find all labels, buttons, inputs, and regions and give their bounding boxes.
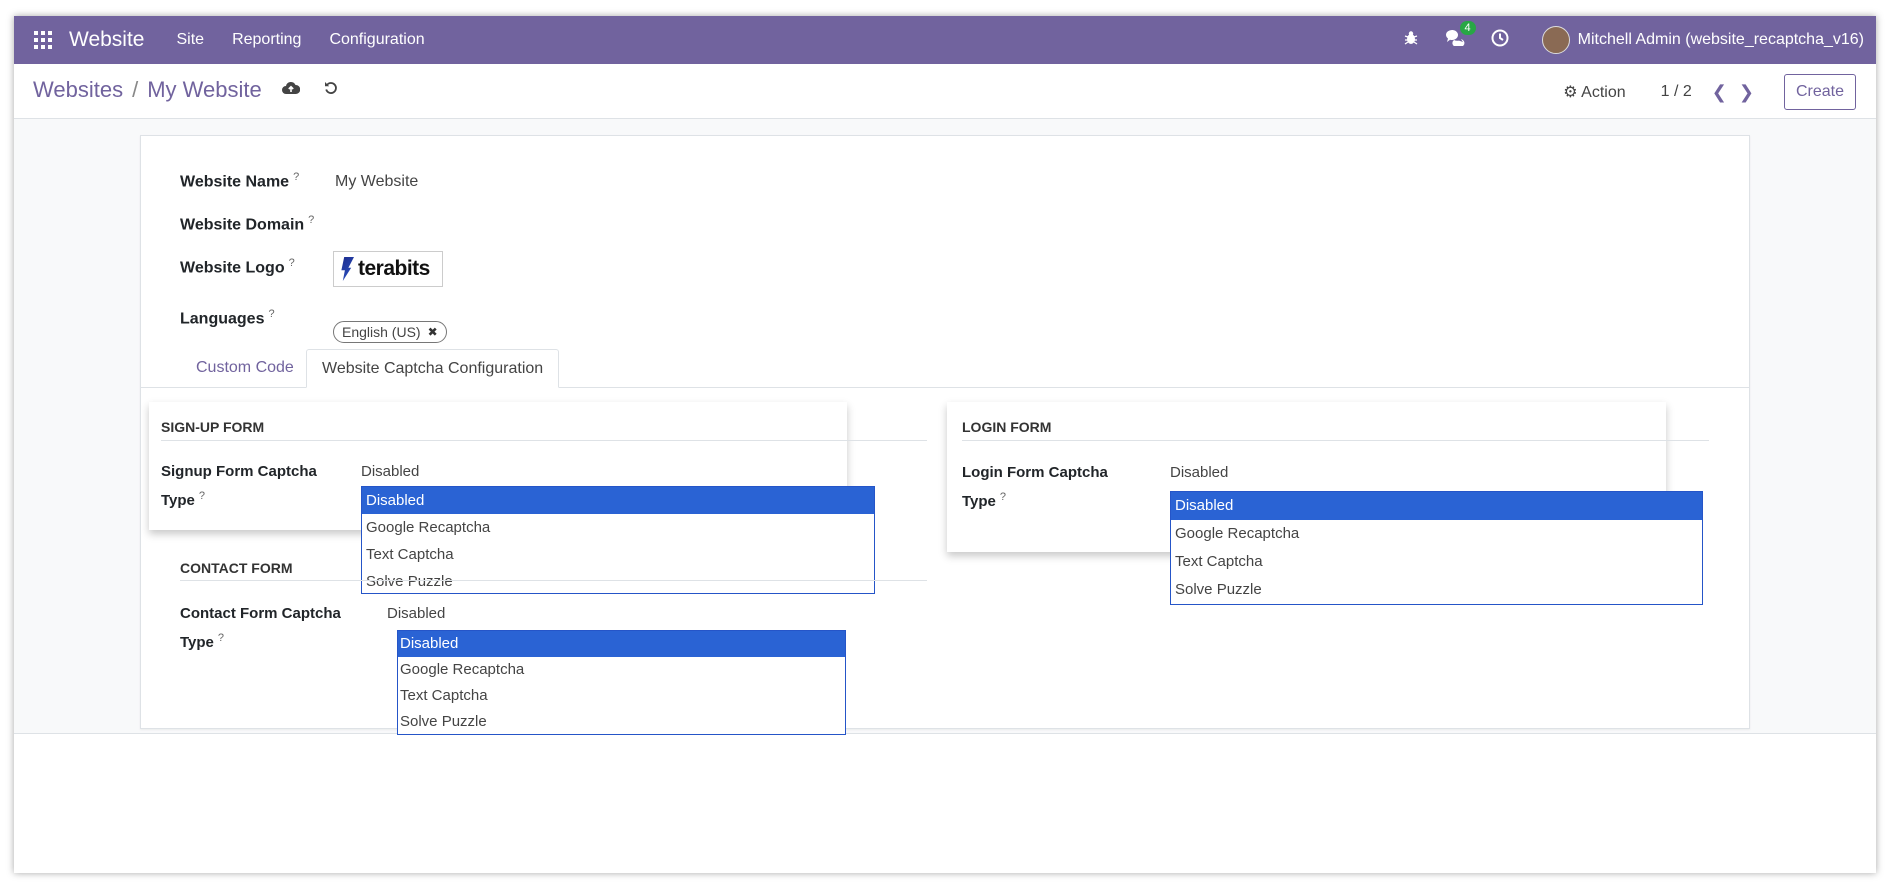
website-name-label: Website Name? xyxy=(180,171,299,191)
signup-option-solve-puzzle[interactable]: Solve Puzzle xyxy=(362,568,874,595)
website-name-label-text: Website Name xyxy=(180,173,290,191)
signup-captcha-select[interactable]: Disabled xyxy=(361,463,419,480)
contact-option-google-recaptcha[interactable]: Google Recaptcha xyxy=(398,657,845,683)
contact-divider xyxy=(180,580,927,581)
control-panel: Websites / My Website ⚙ Action 1 / 2 ❮ ❯… xyxy=(14,64,1876,119)
gear-icon: ⚙ xyxy=(1563,84,1578,101)
contact-captcha-select[interactable]: Disabled xyxy=(387,605,445,622)
app-grid-icon[interactable] xyxy=(34,31,52,49)
signup-label-line1: Signup Form Captcha xyxy=(161,463,317,480)
language-tag: English (US) ✖ xyxy=(333,321,447,343)
browser-window: Website Site Reporting Configuration 4 M… xyxy=(14,16,1876,873)
website-logo-image[interactable]: terabits xyxy=(333,251,443,287)
signup-option-text-captcha[interactable]: Text Captcha xyxy=(362,541,874,568)
languages-label-text: Languages xyxy=(180,310,265,328)
menu-item-reporting[interactable]: Reporting xyxy=(232,31,301,49)
notebook-tabs: Custom Code Website Captcha Configuratio… xyxy=(141,349,1749,388)
contact-captcha-dropdown[interactable]: Disabled Google Recaptcha Text Captcha S… xyxy=(397,630,846,735)
website-domain-label: Website Domain? xyxy=(180,214,314,234)
save-cloud-icon[interactable] xyxy=(281,81,300,100)
language-tag-label: English (US) xyxy=(342,324,421,340)
contact-option-text-captcha[interactable]: Text Captcha xyxy=(398,683,845,709)
breadcrumb: Websites / My Website xyxy=(33,77,338,103)
help-tooltip-icon[interactable]: ? xyxy=(199,490,205,502)
user-avatar[interactable] xyxy=(1541,26,1570,54)
debug-bug-icon[interactable] xyxy=(1403,30,1419,51)
help-tooltip-icon[interactable]: ? xyxy=(293,171,299,183)
login-divider xyxy=(962,440,1709,441)
languages-label: Languages? xyxy=(180,308,275,328)
pager-value[interactable]: 1 / 2 xyxy=(1661,83,1692,101)
help-tooltip-icon[interactable]: ? xyxy=(268,308,274,320)
website-name-value[interactable]: My Website xyxy=(335,173,418,191)
logo-text: terabits xyxy=(358,257,430,280)
signup-option-disabled[interactable]: Disabled xyxy=(362,487,874,514)
form-sheet: Website Name? My Website Website Domain?… xyxy=(140,135,1750,735)
signup-form-title: SIGN-UP FORM xyxy=(161,419,265,435)
contact-label-line2: Type xyxy=(180,634,214,651)
create-button[interactable]: Create xyxy=(1783,74,1856,110)
contact-option-solve-puzzle[interactable]: Solve Puzzle xyxy=(398,709,845,735)
signup-divider xyxy=(161,440,927,441)
login-option-google-recaptcha[interactable]: Google Recaptcha xyxy=(1171,520,1702,548)
app-name[interactable]: Website xyxy=(69,28,144,52)
contact-form-title: CONTACT FORM xyxy=(180,560,293,576)
signup-option-google-recaptcha[interactable]: Google Recaptcha xyxy=(362,514,874,541)
action-menu-button[interactable]: ⚙ Action xyxy=(1563,82,1625,102)
help-tooltip-icon[interactable]: ? xyxy=(1000,491,1006,503)
login-option-disabled[interactable]: Disabled xyxy=(1171,492,1702,520)
login-label-line1: Login Form Captcha xyxy=(962,464,1108,481)
signup-captcha-type-label: Signup Form Captcha Type? xyxy=(161,460,317,513)
signup-captcha-dropdown[interactable]: Disabled Google Recaptcha Text Captcha S… xyxy=(361,486,875,594)
pager-next-icon[interactable]: ❯ xyxy=(1739,82,1754,103)
signup-label-line2: Type xyxy=(161,492,195,509)
website-logo-label: Website Logo? xyxy=(180,257,295,277)
user-name[interactable]: Mitchell Admin (website_recaptcha_v16) xyxy=(1578,31,1864,49)
login-form-title: LOGIN FORM xyxy=(962,419,1052,435)
breadcrumb-current: My Website xyxy=(147,77,262,102)
discard-undo-icon[interactable] xyxy=(324,81,338,100)
remove-tag-icon[interactable]: ✖ xyxy=(428,325,438,339)
contact-label-line1: Contact Form Captcha xyxy=(180,605,341,622)
login-captcha-dropdown[interactable]: Disabled Google Recaptcha Text Captcha S… xyxy=(1170,491,1703,605)
menu-item-site[interactable]: Site xyxy=(176,31,204,49)
breadcrumb-separator: / xyxy=(132,77,139,102)
login-captcha-type-label: Login Form Captcha Type? xyxy=(962,461,1108,514)
login-label-line2: Type xyxy=(962,493,996,510)
chat-icon[interactable]: 4 xyxy=(1445,21,1476,51)
terabits-logo-icon xyxy=(341,257,354,281)
menu-item-configuration[interactable]: Configuration xyxy=(329,31,424,49)
chat-count-badge: 4 xyxy=(1459,21,1476,35)
help-tooltip-icon[interactable]: ? xyxy=(218,632,224,644)
pager-previous-icon[interactable]: ❮ xyxy=(1712,82,1727,103)
breadcrumb-websites[interactable]: Websites xyxy=(33,77,123,103)
help-tooltip-icon[interactable]: ? xyxy=(289,257,295,269)
help-tooltip-icon[interactable]: ? xyxy=(308,214,314,226)
login-captcha-select[interactable]: Disabled xyxy=(1170,464,1228,481)
website-logo-label-text: Website Logo xyxy=(180,259,285,277)
contact-captcha-type-label: Contact Form Captcha Type? xyxy=(180,602,341,655)
contact-option-disabled[interactable]: Disabled xyxy=(398,631,845,657)
tab-custom-code[interactable]: Custom Code xyxy=(181,349,309,387)
website-domain-label-text: Website Domain xyxy=(180,216,305,234)
tab-website-captcha-configuration[interactable]: Website Captcha Configuration xyxy=(306,349,560,388)
login-option-solve-puzzle[interactable]: Solve Puzzle xyxy=(1171,576,1702,604)
login-option-text-captcha[interactable]: Text Captcha xyxy=(1171,548,1702,576)
action-label: Action xyxy=(1581,84,1626,101)
top-navbar: Website Site Reporting Configuration 4 M… xyxy=(14,16,1876,64)
activity-clock-icon[interactable] xyxy=(1491,29,1509,52)
